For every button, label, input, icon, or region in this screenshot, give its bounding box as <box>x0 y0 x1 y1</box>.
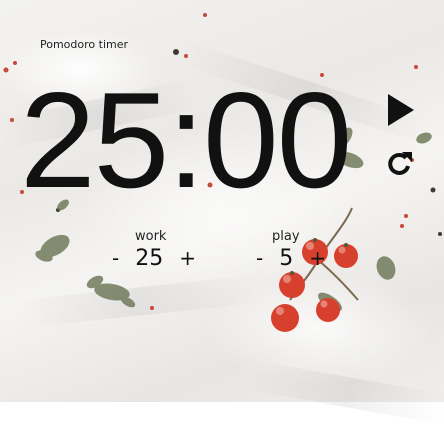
reset-icon <box>388 152 412 175</box>
play-label: play <box>272 229 300 244</box>
play-icon <box>388 94 414 126</box>
play-decrease-button[interactable]: - <box>256 246 263 270</box>
work-label: work <box>135 229 167 244</box>
play-setting: - 5 + <box>256 246 326 271</box>
timer-display: 25:00 <box>20 64 352 216</box>
app-title: Pomodoro timer <box>40 38 129 51</box>
work-decrease-button[interactable]: - <box>112 246 119 270</box>
work-setting: - 25 + <box>112 246 196 271</box>
work-increase-button[interactable]: + <box>179 246 196 270</box>
play-increase-button[interactable]: + <box>309 246 326 270</box>
reset-button[interactable] <box>384 148 416 180</box>
work-minutes-value: 25 <box>135 246 164 271</box>
play-minutes-value: 5 <box>279 246 294 271</box>
play-button[interactable] <box>384 92 416 128</box>
